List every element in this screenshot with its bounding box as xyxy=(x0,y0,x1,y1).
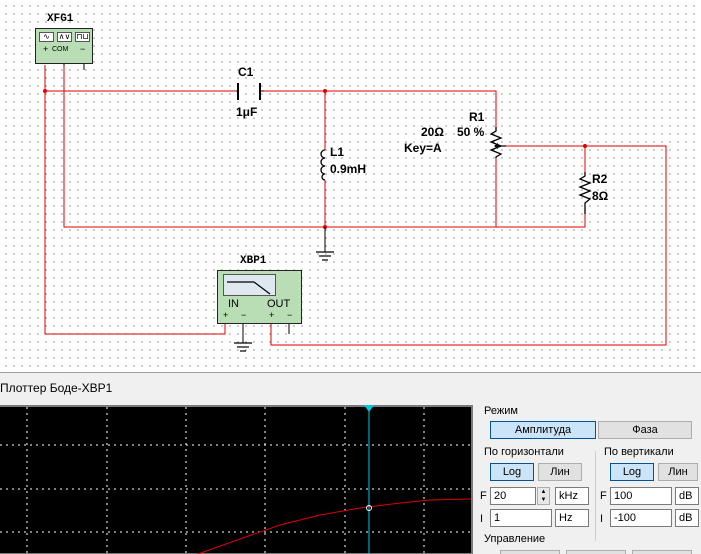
square-wave-icon: ⊓⊔ xyxy=(75,32,90,42)
vertical-lin-button[interactable]: Лин xyxy=(658,463,698,481)
xbp-in-plus: + xyxy=(223,310,229,320)
control-button-2[interactable] xyxy=(566,550,626,554)
inductor-icon xyxy=(320,149,326,181)
r1-value: 20Ω xyxy=(421,125,444,139)
wire-wiper xyxy=(506,145,586,172)
horizontal-final-spinner[interactable]: ▲ ▼ xyxy=(537,487,550,505)
potentiometer-icon xyxy=(489,127,503,158)
horizontal-log-button[interactable]: Log xyxy=(490,463,534,481)
r1-percent: 50 % xyxy=(457,125,485,139)
spin-up-icon[interactable]: ▲ xyxy=(538,488,549,496)
circuit-wires xyxy=(42,57,667,352)
vertical-initial-input[interactable]: -100 xyxy=(610,509,672,527)
control-panel: Режим Амплитуда Фаза По горизонтали Log … xyxy=(474,405,701,554)
bode-plotter-xbp1[interactable]: IN OUT + − + − xyxy=(217,270,302,324)
magnitude-trace xyxy=(196,498,471,554)
ground-icon xyxy=(234,342,252,352)
wire-top-right xyxy=(262,90,497,127)
schematic-canvas[interactable]: XFG1 C1 1μF L1 0.9mH R1 20Ω 50 % Key=A R… xyxy=(0,0,701,372)
cursor-handle-icon[interactable] xyxy=(363,404,375,414)
vertical-initial-letter: I xyxy=(600,513,604,525)
r1-key: Key=A xyxy=(404,141,442,155)
xfg-com-label: COM xyxy=(52,46,69,53)
xbp-out-minus: − xyxy=(287,310,293,320)
c1-value: 1μF xyxy=(236,105,258,119)
window-title: Плоттер Боде-XBP1 xyxy=(0,381,113,395)
horizontal-initial-input[interactable]: 1 xyxy=(490,509,552,527)
horizontal-final-letter: F xyxy=(480,490,487,502)
control-button-3[interactable] xyxy=(632,550,692,554)
vertical-final-letter: F xyxy=(600,490,607,502)
xbp-in-minus: − xyxy=(241,310,247,320)
control-label: Управление xyxy=(484,533,546,545)
xbp-out-label: OUT xyxy=(267,298,291,310)
junction-r2 xyxy=(583,144,587,148)
xfg-plus-label: + xyxy=(43,44,49,54)
vertical-final-input[interactable]: 100 xyxy=(610,487,672,505)
capacitor-icon xyxy=(236,83,264,100)
horizontal-final-unit[interactable]: kHz xyxy=(555,487,589,505)
wire-xfg-plus xyxy=(44,65,226,335)
vertical-initial-unit[interactable]: dB xyxy=(675,509,699,527)
mode-label: Режим xyxy=(484,405,518,417)
control-button-1[interactable] xyxy=(500,550,560,554)
xfg-label: XFG1 xyxy=(47,13,74,25)
vertical-log-button[interactable]: Log xyxy=(610,463,654,481)
vertical-label: По вертикали xyxy=(604,446,674,458)
r1-name: R1 xyxy=(469,110,485,124)
wire-r2-bottom xyxy=(496,214,586,228)
horizontal-final-input[interactable]: 20 xyxy=(490,487,536,505)
ground-icon xyxy=(316,251,334,261)
sine-wave-icon: ∿ xyxy=(39,32,54,42)
bode-plot-graph xyxy=(0,407,471,554)
r2-value: 8Ω xyxy=(592,189,609,203)
l1-value: 0.9mH xyxy=(330,162,367,176)
triangle-wave-icon: ∧∨ xyxy=(57,32,72,42)
horizontal-label: По горизонтали xyxy=(484,446,564,458)
resistor-icon xyxy=(578,172,592,214)
c1-name: C1 xyxy=(238,65,254,79)
phase-button[interactable]: Фаза xyxy=(598,421,692,439)
section-divider xyxy=(595,451,596,541)
horizontal-initial-unit[interactable]: Hz xyxy=(555,509,589,527)
bode-plot-area[interactable] xyxy=(0,405,473,554)
bode-plotter-screen-icon xyxy=(223,274,276,296)
xfg-minus-label: − xyxy=(80,44,86,54)
horizontal-initial-letter: I xyxy=(480,513,484,525)
xbp-out-plus: + xyxy=(269,310,275,320)
xbp-in-label: IN xyxy=(228,298,239,310)
spin-down-icon[interactable]: ▼ xyxy=(538,496,549,504)
function-generator-xfg1[interactable]: ∿ ∧∨ ⊓⊔ + COM − xyxy=(35,28,93,64)
r2-name: R2 xyxy=(592,172,608,186)
junction-l1-top xyxy=(323,89,327,93)
junction-left xyxy=(43,89,47,93)
horizontal-lin-button[interactable]: Лин xyxy=(538,463,582,481)
bode-plotter-window: Плоттер Боде-XBP1 Режим Амплитуда Фаза П… xyxy=(0,372,701,554)
vertical-final-unit[interactable]: dB xyxy=(675,487,699,505)
xbp-label: XBP1 xyxy=(240,255,267,267)
l1-name: L1 xyxy=(330,145,345,159)
amplitude-button[interactable]: Амплитуда xyxy=(490,421,596,439)
